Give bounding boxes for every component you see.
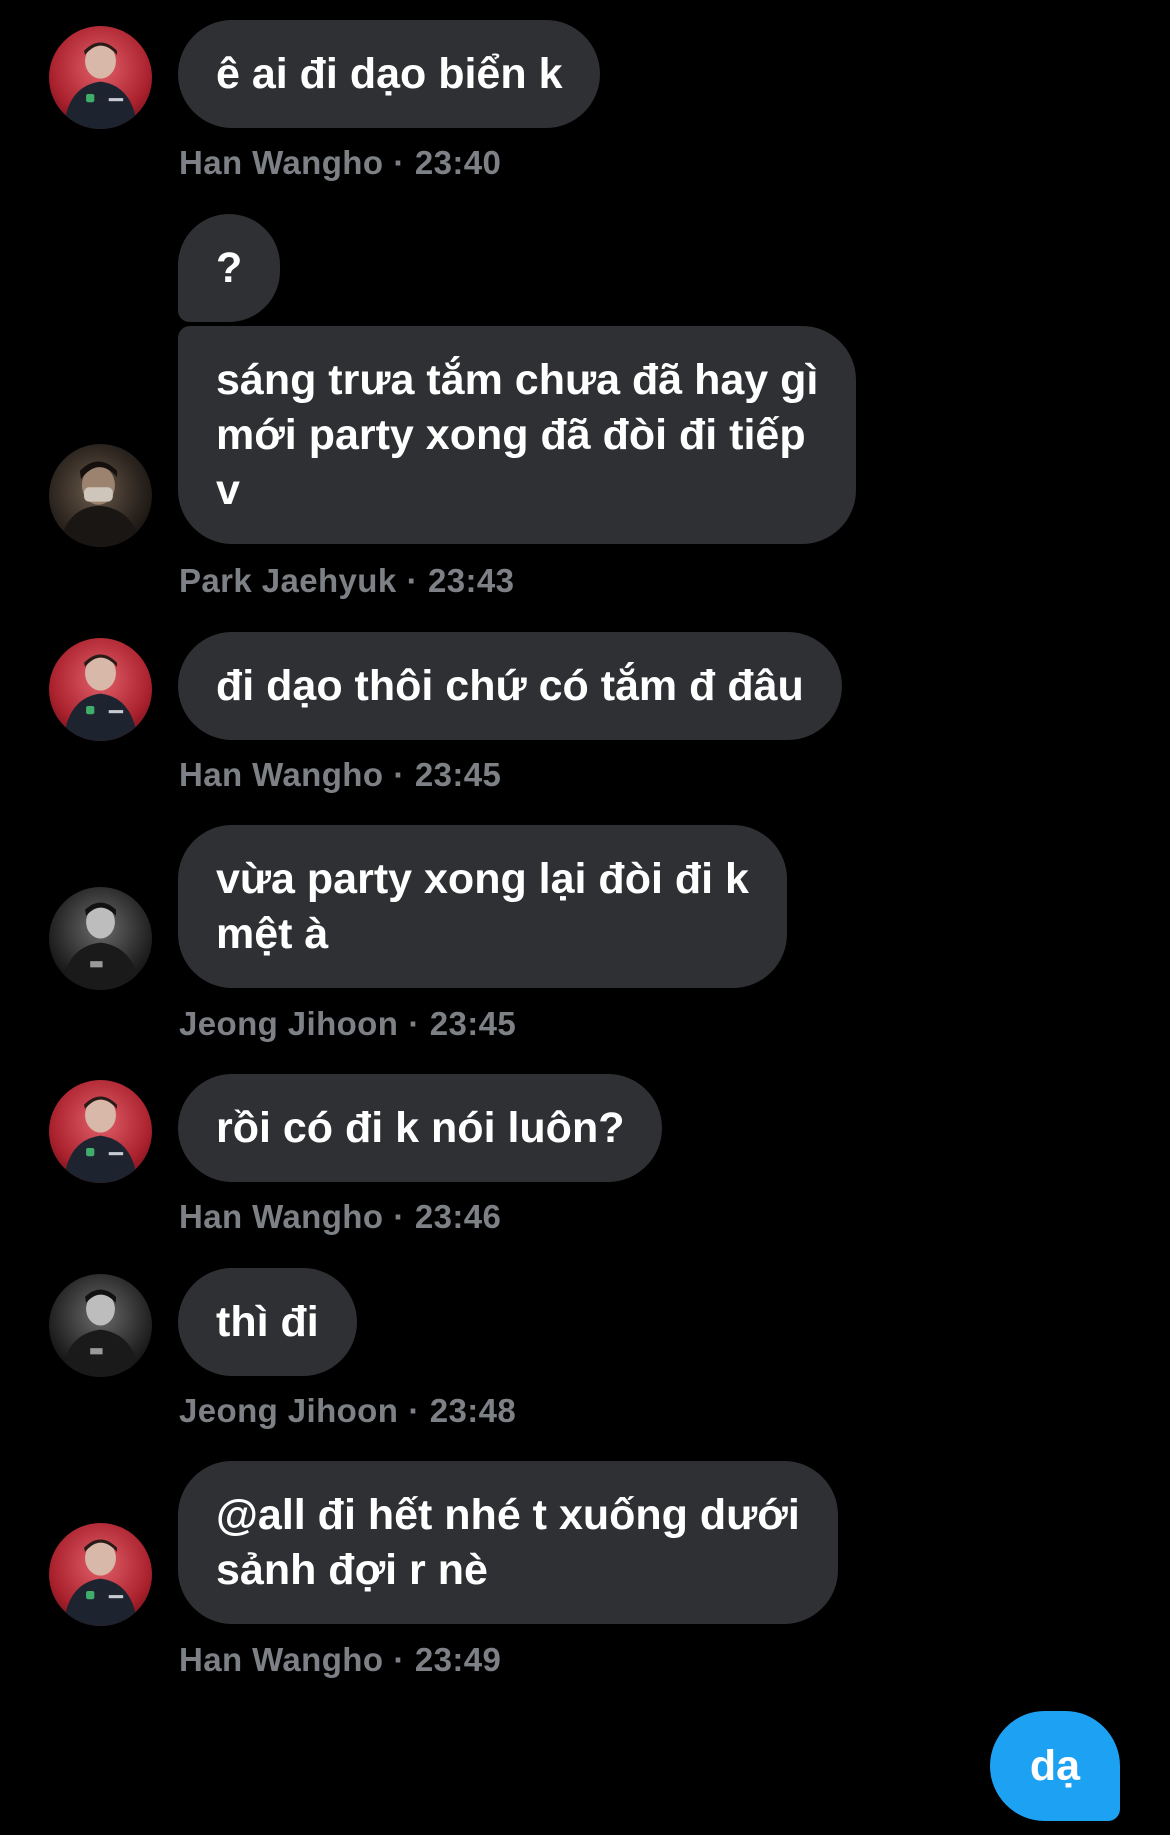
avatar-han-wangho[interactable]: [49, 1080, 152, 1183]
avatar-jeong-jihoon[interactable]: [49, 1274, 152, 1377]
message-time: 23:46: [414, 1198, 502, 1235]
message-meta: Han Wangho · 23:40: [179, 143, 501, 183]
meta-separator: ·: [393, 144, 405, 181]
han-wangho-photo-icon: [49, 26, 152, 129]
han-wangho-photo-icon: [49, 638, 152, 741]
message-time: 23:45: [414, 756, 502, 793]
message-time: 23:48: [429, 1392, 517, 1429]
avatar-han-wangho[interactable]: [49, 26, 152, 129]
han-wangho-photo-icon: [49, 1080, 152, 1183]
avatar-han-wangho[interactable]: [49, 638, 152, 741]
meta-separator: ·: [408, 1392, 420, 1429]
message-bubble[interactable]: rồi có đi k nói luôn?: [178, 1074, 663, 1182]
avatar-han-wangho[interactable]: [49, 1523, 152, 1626]
sender-name: Han Wangho: [179, 1641, 384, 1678]
message-meta: Han Wangho · 23:46: [179, 1197, 501, 1237]
message-meta: Park Jaehyuk · 23:43: [179, 561, 514, 601]
message-bubble[interactable]: thì đi: [178, 1268, 357, 1376]
sender-name: Han Wangho: [179, 1198, 384, 1235]
message-meta: Han Wangho · 23:49: [179, 1640, 501, 1680]
message-bubble[interactable]: ?: [178, 214, 281, 322]
sender-name: Jeong Jihoon: [179, 1392, 399, 1429]
park-jaehyuk-photo-icon: [49, 444, 152, 547]
message-bubble[interactable]: đi dạo thôi chứ có tắm đ đâu: [178, 632, 842, 740]
meta-separator: ·: [393, 1198, 405, 1235]
meta-separator: ·: [393, 756, 405, 793]
message-bubble[interactable]: @all đi hết nhé t xuống dưới sảnh đợi r …: [178, 1461, 838, 1624]
avatar-park-jaehyuk[interactable]: [49, 444, 152, 547]
sender-name: Han Wangho: [179, 756, 384, 793]
meta-separator: ·: [393, 1641, 405, 1678]
message-time: 23:49: [414, 1641, 502, 1678]
message-time: 23:45: [429, 1005, 517, 1042]
message-meta: Han Wangho · 23:45: [179, 755, 501, 795]
message-bubble[interactable]: vừa party xong lại đòi đi k mệt à: [178, 825, 787, 988]
jeong-jihoon-photo-icon: [49, 1274, 152, 1377]
meta-separator: ·: [406, 562, 418, 599]
message-bubble[interactable]: sáng trưa tắm chưa đã hay gì mới party x…: [178, 326, 857, 544]
message-meta: Jeong Jihoon · 23:45: [179, 1004, 516, 1044]
sender-name: Han Wangho: [179, 144, 384, 181]
sender-name: Jeong Jihoon: [179, 1005, 399, 1042]
message-time: 23:43: [428, 562, 515, 599]
avatar-jeong-jihoon[interactable]: [49, 887, 152, 990]
message-time: 23:40: [414, 144, 502, 181]
message-bubble[interactable]: ê ai đi dạo biển k: [178, 20, 601, 128]
meta-separator: ·: [408, 1005, 420, 1042]
message-meta: Jeong Jihoon · 23:48: [179, 1391, 516, 1431]
own-message-bubble[interactable]: dạ: [990, 1711, 1120, 1821]
jeong-jihoon-photo-icon: [49, 887, 152, 990]
sender-name: Park Jaehyuk: [179, 562, 397, 599]
han-wangho-photo-icon: [49, 1523, 152, 1626]
